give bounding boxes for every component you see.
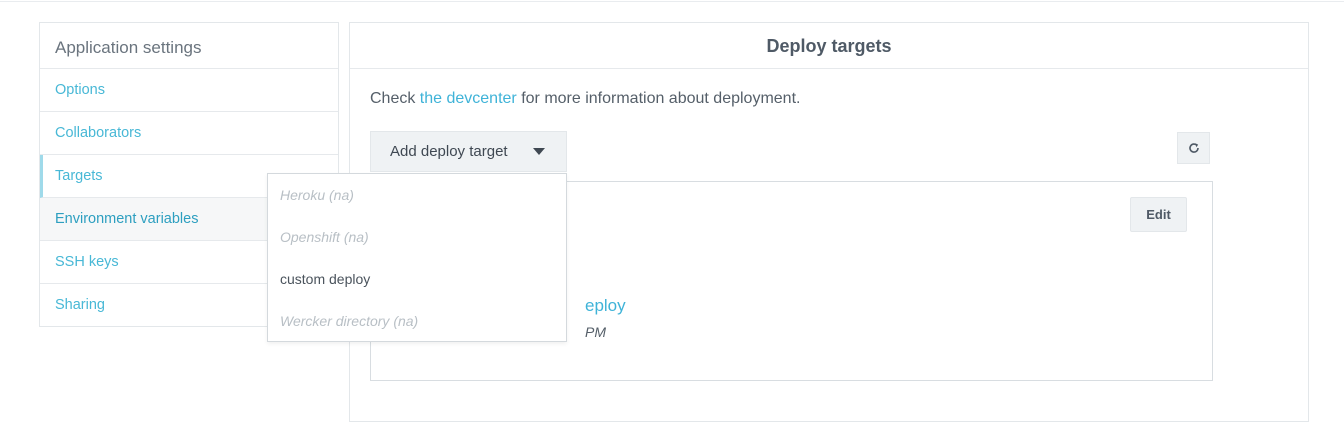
dropdown-item-heroku: Heroku (na) [280,187,354,203]
deployment-info: Check the devcenter for more information… [370,90,800,108]
deploy-target-dropdown: Heroku (na) Openshift (na) custom deploy… [267,173,567,342]
top-divider [0,1,1344,2]
sidebar-item-collaborators[interactable]: Collaborators [40,112,338,155]
refresh-icon [1188,143,1199,153]
sidebar-title: Application settings [40,23,338,69]
caret-down-icon [533,148,545,155]
sidebar-item-options[interactable]: Options [40,69,338,112]
deploy-target-name-visible: eploy [585,296,626,315]
edit-button[interactable]: Edit [1130,197,1187,232]
info-suffix: for more information about deployment. [516,90,801,107]
refresh-button[interactable] [1177,132,1210,164]
dropdown-item-wercker-directory: Wercker directory (na) [280,313,419,329]
dropdown-item-custom-deploy[interactable]: custom deploy [268,258,566,300]
add-deploy-target-label: Add deploy target [390,143,508,160]
add-deploy-target-button[interactable]: Add deploy target [370,131,567,172]
deploy-target-time-visible: PM [585,324,606,340]
info-prefix: Check [370,90,420,107]
dropdown-item-openshift: Openshift (na) [280,229,369,245]
devcenter-link[interactable]: the devcenter [420,90,517,107]
panel-title: Deploy targets [350,23,1308,69]
